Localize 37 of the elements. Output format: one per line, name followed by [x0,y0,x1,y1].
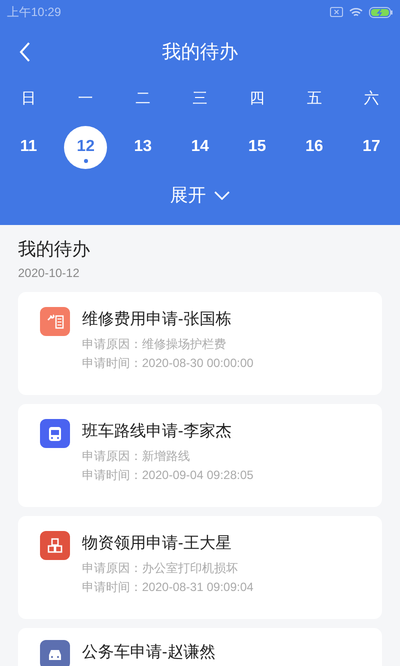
weekday-label: 二 [135,88,150,109]
weekday-label: 一 [78,88,94,109]
task-title: 维修费用申请-张国栋 [82,310,232,330]
task-detail: 申请时间：2020-08-30 00:00:00 [82,355,254,372]
wifi-icon [349,6,363,18]
day-button[interactable]: 12 [64,126,108,168]
day-button[interactable]: 14 [178,126,222,168]
task-card[interactable]: 班车路线申请-李家杰 申请原因：新增路线 申请时间：2020-09-04 09:28:05 [18,404,382,507]
day-button[interactable]: 15 [236,126,279,168]
task-title: 公务车申请-赵谦然 [82,642,216,663]
task-detail: 申请原因：维修操场护栏费 [82,336,227,353]
task-card[interactable]: 维修费用申请-张国栋 申请原因：维修操场护栏费 申请时间：2020-08-30 00:00:00 [18,292,382,395]
status-time: 上午10:29 [7,4,62,21]
task-card[interactable]: 公务车申请-赵谦然 [18,628,382,666]
task-title: 班车路线申请-李家杰 [82,422,232,442]
task-title: 物资领用申请-王大星 [82,534,232,554]
day-button[interactable]: 11 [7,126,50,168]
page-title: 我的待办 [162,40,238,65]
section-date: 2020-10-12 [18,265,80,281]
sim-icon [330,7,343,17]
weekday-label: 三 [192,88,208,109]
day-button[interactable]: 16 [292,126,336,168]
weekday-label: 日 [21,88,36,109]
chevron-down-icon [214,191,230,200]
weekday-label: 四 [250,88,265,109]
task-detail: 申请时间：2020-08-31 09:09:04 [82,579,254,596]
task-detail: 申请时间：2020-09-04 09:28:05 [82,467,254,484]
task-detail: 申请原因：新增路线 [82,448,191,465]
section-title: 我的待办 [18,238,91,261]
task-detail: 申请原因：办公室打印机损坏 [82,560,239,577]
expand-button[interactable]: 展开 [170,182,230,209]
task-card[interactable]: 物资领用申请-王大星 申请原因：办公室打印机损坏 申请时间：2020-08-31 09:09:04 [18,516,382,619]
weekday-label: 六 [364,88,379,109]
weekday-label: 五 [306,88,322,109]
battery-icon [369,6,393,18]
day-button[interactable]: 17 [350,126,393,168]
day-button[interactable]: 13 [121,126,164,168]
